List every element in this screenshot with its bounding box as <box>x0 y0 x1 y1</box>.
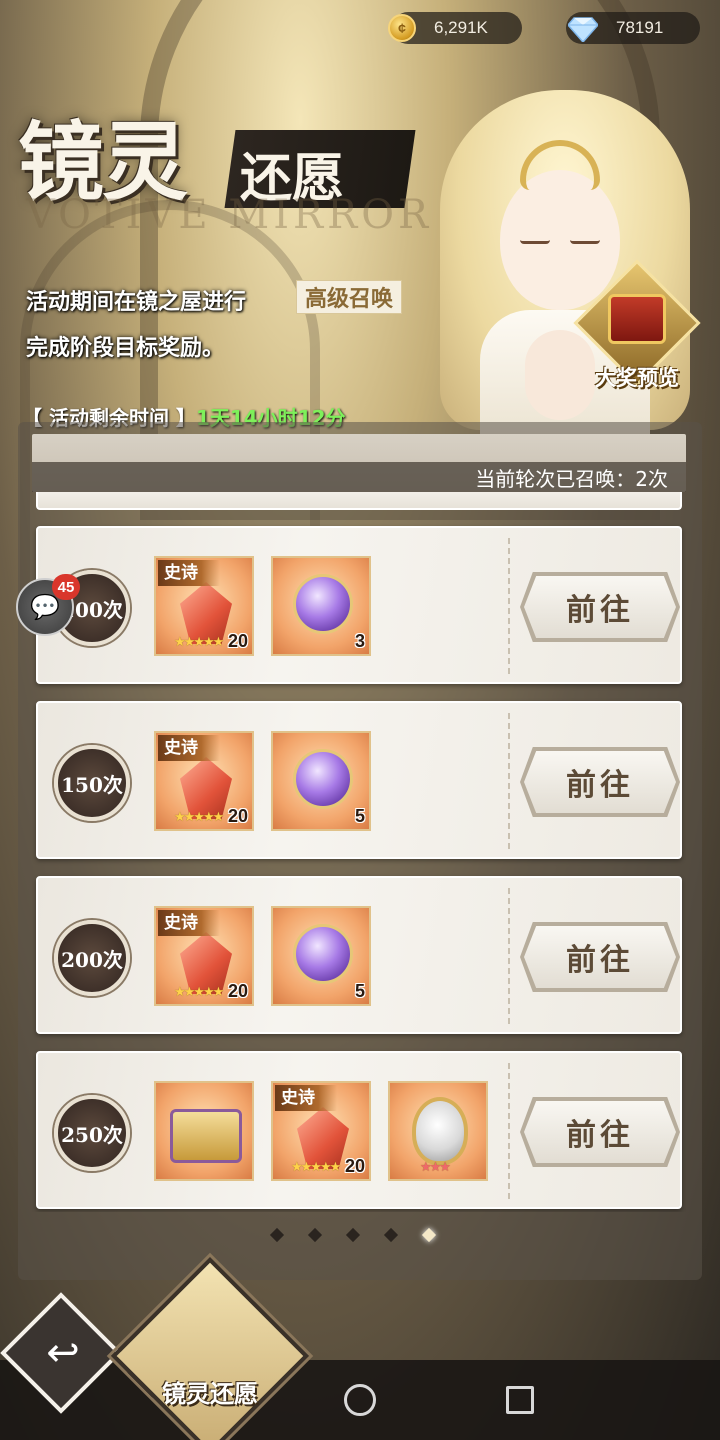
row-divider <box>508 888 510 1024</box>
go-button[interactable]: 前往 <box>524 751 676 813</box>
nav-home-icon[interactable] <box>344 1384 376 1416</box>
epic-tag: 史诗 <box>158 735 220 761</box>
star-rating: ★★★ <box>420 1160 451 1175</box>
chat-unread-badge: 45 <box>52 574 80 600</box>
epic-tag: 史诗 <box>158 910 220 936</box>
description-line1: 活动期间在镜之屋进行 <box>26 290 247 315</box>
star-rating: ★★★★★ <box>174 810 224 825</box>
gift-box-icon <box>170 1109 242 1163</box>
diamond-icon <box>568 17 598 42</box>
reward-item-chest[interactable] <box>154 1081 254 1181</box>
return-arrow-icon: ↩ <box>46 1330 80 1376</box>
go-button[interactable]: 前往 <box>524 576 676 638</box>
reward-item-epic-shard[interactable]: 史诗 ★★★★★ 20 <box>154 906 254 1006</box>
page-indicator <box>269 1227 437 1243</box>
character-eye-right <box>570 240 600 244</box>
chat-bubble-icon: 💬 <box>30 593 60 621</box>
milestone-row: 100次 史诗 ★★★★★ 20 3 前往 <box>36 526 682 684</box>
row-divider <box>508 1063 510 1199</box>
page-dot[interactable] <box>383 1227 399 1243</box>
go-button[interactable]: 前往 <box>524 926 676 988</box>
description-highlight: 高级召唤 <box>296 280 403 314</box>
gem-value: 78191 <box>616 18 664 37</box>
star-rating: ★★★★★ <box>174 985 224 1000</box>
character-eye-left <box>520 240 550 244</box>
page-dot-active[interactable] <box>421 1227 437 1243</box>
reward-item-orb[interactable]: 3 <box>271 556 371 656</box>
reward-item-orb[interactable]: 5 <box>271 906 371 1006</box>
reward-item-mirror[interactable]: ★★★ <box>388 1081 488 1181</box>
page-dot[interactable] <box>307 1227 323 1243</box>
previous-row-edge <box>36 492 682 510</box>
milestone-node: 200次 <box>54 920 130 996</box>
star-rating: ★★★★★ <box>174 635 224 650</box>
reward-item-epic-shard[interactable]: 史诗 ★★★★★ 20 <box>271 1081 371 1181</box>
grand-prize-preview-button[interactable]: 大奖预览 <box>573 259 701 394</box>
summon-orb-icon <box>293 924 353 984</box>
summon-orb-icon <box>293 749 353 809</box>
coin-icon: ¢ <box>388 14 416 42</box>
epic-tag: 史诗 <box>158 560 220 586</box>
item-count: 3 <box>354 631 365 651</box>
reward-item-epic-shard[interactable]: 史诗 ★★★★★ 20 <box>154 556 254 656</box>
description-line2: 完成阶段目标奖励。 <box>26 336 225 361</box>
nav-recent-icon[interactable] <box>506 1386 534 1414</box>
milestone-node: 150次 <box>54 745 130 821</box>
treasure-chest-icon <box>608 294 666 344</box>
item-count: 20 <box>227 631 248 651</box>
item-count: 20 <box>344 1156 365 1176</box>
page-dot[interactable] <box>345 1227 361 1243</box>
row-divider <box>508 713 510 849</box>
reward-item-epic-shard[interactable]: 史诗 ★★★★★ 20 <box>154 731 254 831</box>
milestone-row: 150次 史诗 ★★★★★ 20 5 前往 <box>36 701 682 859</box>
round-summon-count: 当前轮次已召唤：2次 <box>475 466 668 491</box>
item-count: 5 <box>354 806 365 826</box>
item-count: 5 <box>354 981 365 1001</box>
go-button[interactable]: 前往 <box>524 1101 676 1163</box>
star-rating: ★★★★★ <box>291 1160 341 1175</box>
milestone-node: 250次 <box>54 1095 130 1171</box>
event-tab-label: 镜灵还愿 <box>162 1379 258 1408</box>
milestone-list[interactable]: 100次 史诗 ★★★★★ 20 3 前往 150次 史诗 ★★★★★ 20 5… <box>32 492 686 1212</box>
epic-tag: 史诗 <box>275 1085 337 1111</box>
gold-counter[interactable]: ¢ 6,291K <box>388 12 522 44</box>
mirror-icon <box>412 1097 468 1165</box>
item-count: 20 <box>227 981 248 1001</box>
milestone-row: 250次 史诗 ★★★★★ 20 ★★★ 前往 <box>36 1051 682 1209</box>
character-illustration <box>420 60 720 460</box>
row-divider <box>508 538 510 674</box>
gold-value: 6,291K <box>434 18 488 37</box>
item-count: 20 <box>227 806 248 826</box>
title-english-watermark: VOTIVE MIRROR <box>26 192 433 238</box>
milestone-row: 200次 史诗 ★★★★★ 20 5 前往 <box>36 876 682 1034</box>
page-dot[interactable] <box>269 1227 285 1243</box>
reward-item-orb[interactable]: 5 <box>271 731 371 831</box>
gem-counter[interactable]: 78191 <box>566 12 700 44</box>
summon-orb-icon <box>293 574 353 634</box>
grand-prize-label: 大奖预览 <box>595 365 679 390</box>
